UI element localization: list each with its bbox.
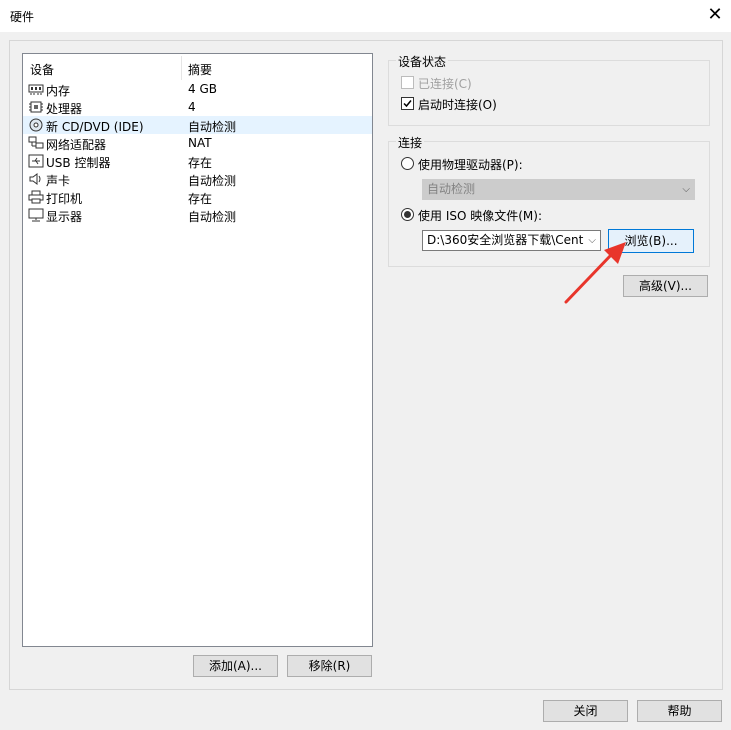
device-list-header: 设备 摘要 — [23, 54, 372, 80]
advanced-button[interactable]: 高级(V)... — [623, 275, 708, 297]
device-summary: 4 — [188, 100, 196, 114]
device-name: 新 CD/DVD (IDE) — [46, 120, 144, 134]
device-row-memory[interactable]: 内存 4 GB — [23, 80, 372, 98]
close-window-icon[interactable]: ✕ — [699, 0, 731, 30]
column-header-device[interactable]: 设备 — [30, 61, 54, 78]
iso-image-radio[interactable] — [401, 208, 414, 221]
device-name: USB 控制器 — [46, 156, 111, 170]
device-row-printer[interactable]: 打印机 存在 — [23, 188, 372, 206]
device-name: 内存 — [46, 84, 71, 98]
connection-legend: 连接 — [396, 134, 425, 151]
connected-label: 已连接(C) — [418, 77, 472, 91]
device-row-network-adapter[interactable]: 网络适配器 NAT — [23, 134, 372, 152]
device-row-display[interactable]: 显示器 自动检测 — [23, 206, 372, 224]
column-divider[interactable] — [181, 56, 182, 80]
usb-icon — [28, 154, 44, 168]
device-status-legend: 设备状态 — [396, 53, 449, 70]
close-button[interactable]: 关闭 — [543, 700, 628, 722]
device-name: 网络适配器 — [46, 138, 107, 152]
printer-icon — [28, 190, 44, 204]
physical-drive-combo-value: 自动检测 — [427, 182, 476, 196]
column-header-summary[interactable]: 摘要 — [188, 61, 212, 78]
device-name: 处理器 — [46, 102, 83, 116]
title-bar: 硬件 ✕ — [0, 0, 731, 32]
add-button[interactable]: 添加(A)... — [193, 655, 278, 677]
connect-at-power-on-label: 启动时连接(O) — [418, 98, 497, 112]
window-title: 硬件 — [10, 10, 35, 24]
physical-drive-label: 使用物理驱动器(P): — [418, 158, 523, 172]
iso-image-label: 使用 ISO 映像文件(M): — [418, 209, 542, 223]
sound-card-icon — [29, 173, 41, 185]
physical-drive-combo[interactable]: 自动检测 ⌵ — [422, 179, 695, 200]
device-list[interactable]: 设备 摘要 内存 4 GB 处理器 4 新 CD/DVD (IDE) 自动检测 — [22, 53, 373, 647]
memory-icon — [28, 84, 44, 95]
display-icon — [28, 208, 44, 222]
network-adapter-icon — [28, 136, 44, 149]
cd-dvd-icon — [29, 118, 43, 132]
chevron-down-icon: ⌵ — [682, 184, 690, 195]
device-summary: 4 GB — [188, 82, 217, 96]
device-summary: 存在 — [188, 192, 213, 206]
device-row-usb-controller[interactable]: USB 控制器 存在 — [23, 152, 372, 170]
connected-checkbox[interactable] — [401, 76, 414, 89]
checkmark-icon — [403, 100, 412, 108]
device-summary: 自动检测 — [188, 174, 237, 188]
annotation-arrow-icon — [564, 242, 626, 304]
device-row-sound-card[interactable]: 声卡 自动检测 — [23, 170, 372, 188]
device-name: 显示器 — [46, 210, 83, 224]
device-name: 打印机 — [46, 192, 83, 206]
device-summary: 自动检测 — [188, 210, 237, 224]
device-summary: 自动检测 — [188, 120, 237, 134]
connect-at-power-on-checkbox[interactable] — [401, 97, 414, 110]
device-name: 声卡 — [46, 174, 71, 188]
physical-drive-radio[interactable] — [401, 157, 414, 170]
device-summary: 存在 — [188, 156, 213, 170]
remove-button[interactable]: 移除(R) — [287, 655, 372, 677]
radio-selected-dot — [404, 211, 411, 218]
help-button[interactable]: 帮助 — [637, 700, 722, 722]
device-row-processor[interactable]: 处理器 4 — [23, 98, 372, 116]
processor-icon — [29, 101, 43, 113]
device-row-cd-dvd[interactable]: 新 CD/DVD (IDE) 自动检测 — [23, 116, 372, 134]
device-summary: NAT — [188, 136, 212, 150]
